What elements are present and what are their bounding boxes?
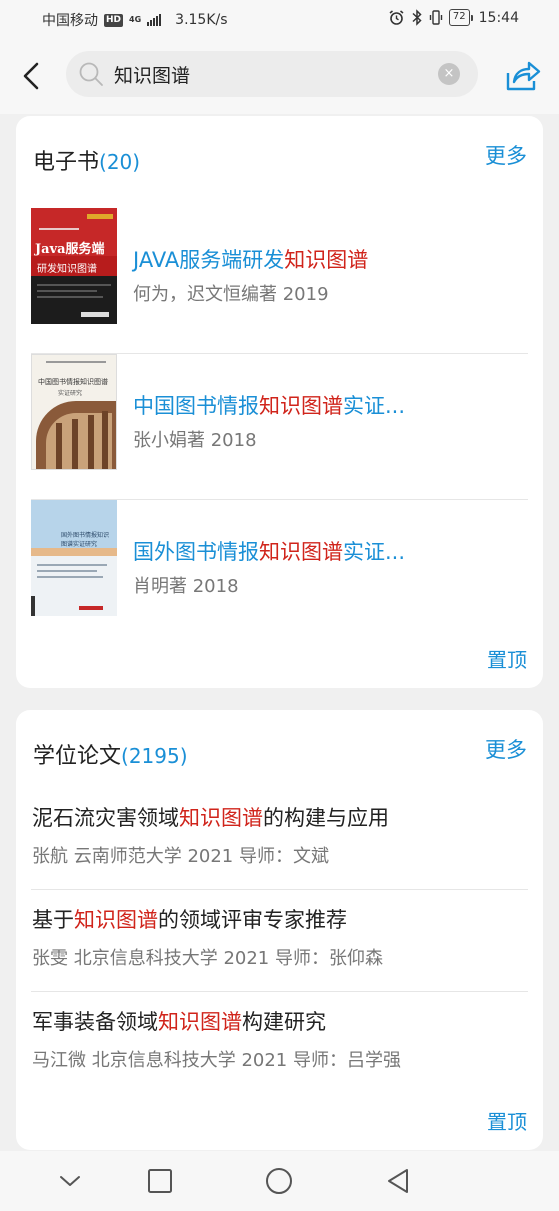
hd-badge: HD [104, 13, 124, 27]
back-button[interactable] [14, 56, 50, 96]
network-speed: 3.15K/s [175, 12, 228, 28]
chevron-left-icon [23, 62, 39, 90]
status-left: 中国移动 HD 4G 3.15K/s [42, 10, 228, 30]
book-title[interactable]: JAVA服务端研发知识图谱 [133, 244, 368, 274]
nav-home-button[interactable] [264, 1166, 294, 1196]
cover-title-2: 实证研究 [58, 390, 83, 397]
network-type: 4G [129, 15, 142, 24]
pin-top-button[interactable]: 置顶 [487, 644, 527, 673]
vibrate-icon [429, 10, 443, 25]
triangle-back-icon [388, 1169, 408, 1193]
book-item[interactable]: Java服务端 研发知识图谱 JAVA服务端研发知识图谱 何为，迟文恒编著 20… [31, 208, 528, 354]
book-meta: 何为，迟文恒编著 2019 [133, 284, 329, 305]
thesis-card: 学位论文(2195) 更多 泥石流灾害领域知识图谱的构建与应用 张航 云南师范大… [16, 710, 543, 1150]
thesis-title[interactable]: 军事装备领域知识图谱构建研究 [32, 1006, 326, 1036]
share-button[interactable] [502, 58, 542, 94]
cover-title-2: 图谱实证研究 [61, 541, 98, 548]
battery-level: 72 [448, 9, 470, 26]
nav-recent-button[interactable] [145, 1166, 175, 1196]
carrier-name: 中国移动 [42, 13, 98, 29]
section-label: 学位论文 [33, 744, 122, 769]
search-icon [79, 62, 103, 86]
search-input[interactable] [114, 51, 424, 97]
nav-collapse-button[interactable] [55, 1166, 85, 1196]
more-ebooks-link[interactable]: 更多 [485, 140, 527, 170]
pin-top-button[interactable]: 置顶 [487, 1106, 527, 1135]
thesis-title[interactable]: 泥石流灾害领域知识图谱的构建与应用 [32, 802, 389, 832]
thesis-title[interactable]: 基于知识图谱的领域评审专家推荐 [32, 904, 347, 934]
cover-title-1: Java服务端 [35, 242, 105, 257]
system-nav-bar [0, 1151, 559, 1211]
section-count: (20) [99, 150, 141, 174]
book-meta: 肖明著 2018 [133, 576, 239, 597]
battery-icon: 72 [448, 9, 473, 26]
status-right: 72 15:44 [388, 9, 519, 26]
ebook-card: 电子书(20) 更多 Java服务端 研发知识图谱 JAVA服务端研发知识图谱 … [16, 116, 543, 688]
section-count: (2195) [121, 744, 188, 768]
thesis-item[interactable]: 军事装备领域知识图谱构建研究 马江微 北京信息科技大学 2021 导师：吕学强 [31, 992, 528, 1094]
nav-back-button[interactable] [383, 1166, 413, 1196]
top-bar: × [0, 38, 559, 114]
alarm-icon [389, 10, 404, 25]
square-icon [148, 1169, 172, 1193]
thesis-meta: 张航 云南师范大学 2021 导师：文斌 [32, 846, 329, 867]
ebook-section-title: 电子书(20) [33, 144, 140, 176]
share-icon [506, 61, 541, 91]
book-item[interactable]: 中国图书情报知识图谱 实证研究 中国图书情报知识图谱实证... 张小娟著 201… [31, 354, 528, 500]
cover-title-2: 研发知识图谱 [37, 264, 97, 275]
clear-icon[interactable]: × [438, 63, 460, 85]
cover-title-1: 中国图书情报知识图谱 [38, 378, 108, 386]
more-theses-link[interactable]: 更多 [485, 734, 527, 764]
thesis-item[interactable]: 基于知识图谱的领域评审专家推荐 张雯 北京信息科技大学 2021 导师：张仰森 [31, 890, 528, 992]
thesis-meta: 马江微 北京信息科技大学 2021 导师：吕学强 [32, 1050, 401, 1071]
cover-title-1: 国外图书情报知识 [61, 532, 110, 539]
book-meta: 张小娟著 2018 [133, 430, 257, 451]
status-bar: 中国移动 HD 4G 3.15K/s 72 15:44 [0, 0, 559, 38]
circle-icon [266, 1168, 292, 1194]
thesis-section-title: 学位论文(2195) [33, 738, 188, 770]
book-cover: 中国图书情报知识图谱 实证研究 [31, 354, 117, 470]
book-title[interactable]: 国外图书情报知识图谱实证... [133, 536, 405, 566]
book-item[interactable]: 国外图书情报知识 图谱实证研究 国外图书情报知识图谱实证... 肖明著 2018 [31, 500, 528, 646]
chevron-down-icon [60, 1176, 80, 1186]
bluetooth-icon [412, 9, 422, 26]
book-title[interactable]: 中国图书情报知识图谱实证... [133, 390, 405, 420]
clock: 15:44 [478, 9, 519, 26]
signal-icon [147, 14, 162, 26]
book-cover: 国外图书情报知识 图谱实证研究 [31, 500, 117, 616]
book-cover: Java服务端 研发知识图谱 [31, 208, 117, 324]
search-box[interactable]: × [66, 51, 478, 97]
thesis-item[interactable]: 泥石流灾害领域知识图谱的构建与应用 张航 云南师范大学 2021 导师：文斌 [31, 788, 528, 890]
section-label: 电子书 [33, 150, 100, 175]
thesis-meta: 张雯 北京信息科技大学 2021 导师：张仰森 [32, 948, 383, 969]
